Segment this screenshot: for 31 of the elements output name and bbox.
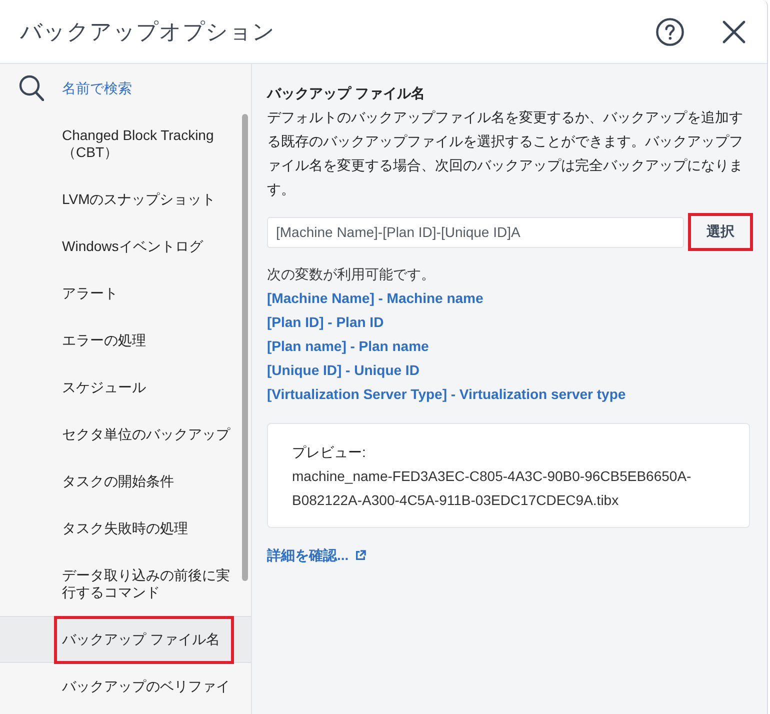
file-name-field[interactable]: [Machine Name]-[Plan ID]-[Unique ID]A	[267, 216, 684, 248]
sidebar-item[interactable]: セクタ単位のバックアップ	[0, 411, 251, 458]
sidebar-item[interactable]: アラート	[0, 270, 251, 317]
sidebar-item[interactable]: LVMのスナップショット	[0, 176, 251, 223]
search-icon	[19, 75, 44, 101]
section-title: バックアップ ファイル名	[267, 84, 426, 103]
help-icon[interactable]	[656, 18, 684, 46]
select-button[interactable]: 選択	[688, 213, 753, 251]
sidebar-item[interactable]: スケジュール	[0, 364, 251, 411]
sidebar-item[interactable]: バックアップ ファイル名	[0, 616, 251, 663]
sidebar-item[interactable]: タスクの開始条件	[0, 458, 251, 505]
variable-link[interactable]: [Unique ID] - Unique ID	[267, 362, 420, 378]
description-text: デフォルトのバックアップファイル名を変更するか、バックアップを追加する既存のバックアップファイルを選択することができます。バックアップファイル名を変更する場合、次回のバックアップは完全バックアップになります。	[267, 108, 744, 199]
preview-label: プレビュー:	[292, 443, 367, 462]
sidebar-item[interactable]: エラーの処理	[0, 317, 251, 364]
close-icon[interactable]	[722, 20, 746, 44]
sidebar-item[interactable]: バックアップのベリファイ	[0, 663, 251, 710]
sidebar-item[interactable]: データ取り込みの前後に実行するコマンド	[0, 552, 251, 616]
preview-filename: machine_name-FED3A3EC-C805-4A3C-90B0-96CB5EB6650A-B082122A-A300-4C5A-911B-03EDC17CDEC9A.tibx	[292, 467, 692, 510]
variable-link[interactable]: [Plan name] - Plan name	[267, 338, 429, 354]
sidebar-item[interactable]: Windowsイベントログ	[0, 223, 251, 270]
sidebar-item[interactable]: タスク失敗時の処理	[0, 505, 251, 552]
window-title: バックアップオプション	[20, 18, 276, 46]
scrollbar[interactable]	[242, 114, 248, 581]
learn-more-link[interactable]: 詳細を確認...	[267, 543, 349, 567]
variable-link[interactable]: [Virtualization Server Type] - Virtualization server type	[267, 386, 626, 402]
sidebar-item[interactable]: Changed Block Tracking（CBT）	[0, 112, 251, 176]
search-field[interactable]: 名前で検索	[62, 76, 234, 100]
variables-intro: 次の変数が利用可能です。	[267, 265, 436, 284]
variable-link[interactable]: [Machine Name] - Machine name	[267, 290, 484, 306]
variable-link[interactable]: [Plan ID] - Plan ID	[267, 314, 384, 330]
